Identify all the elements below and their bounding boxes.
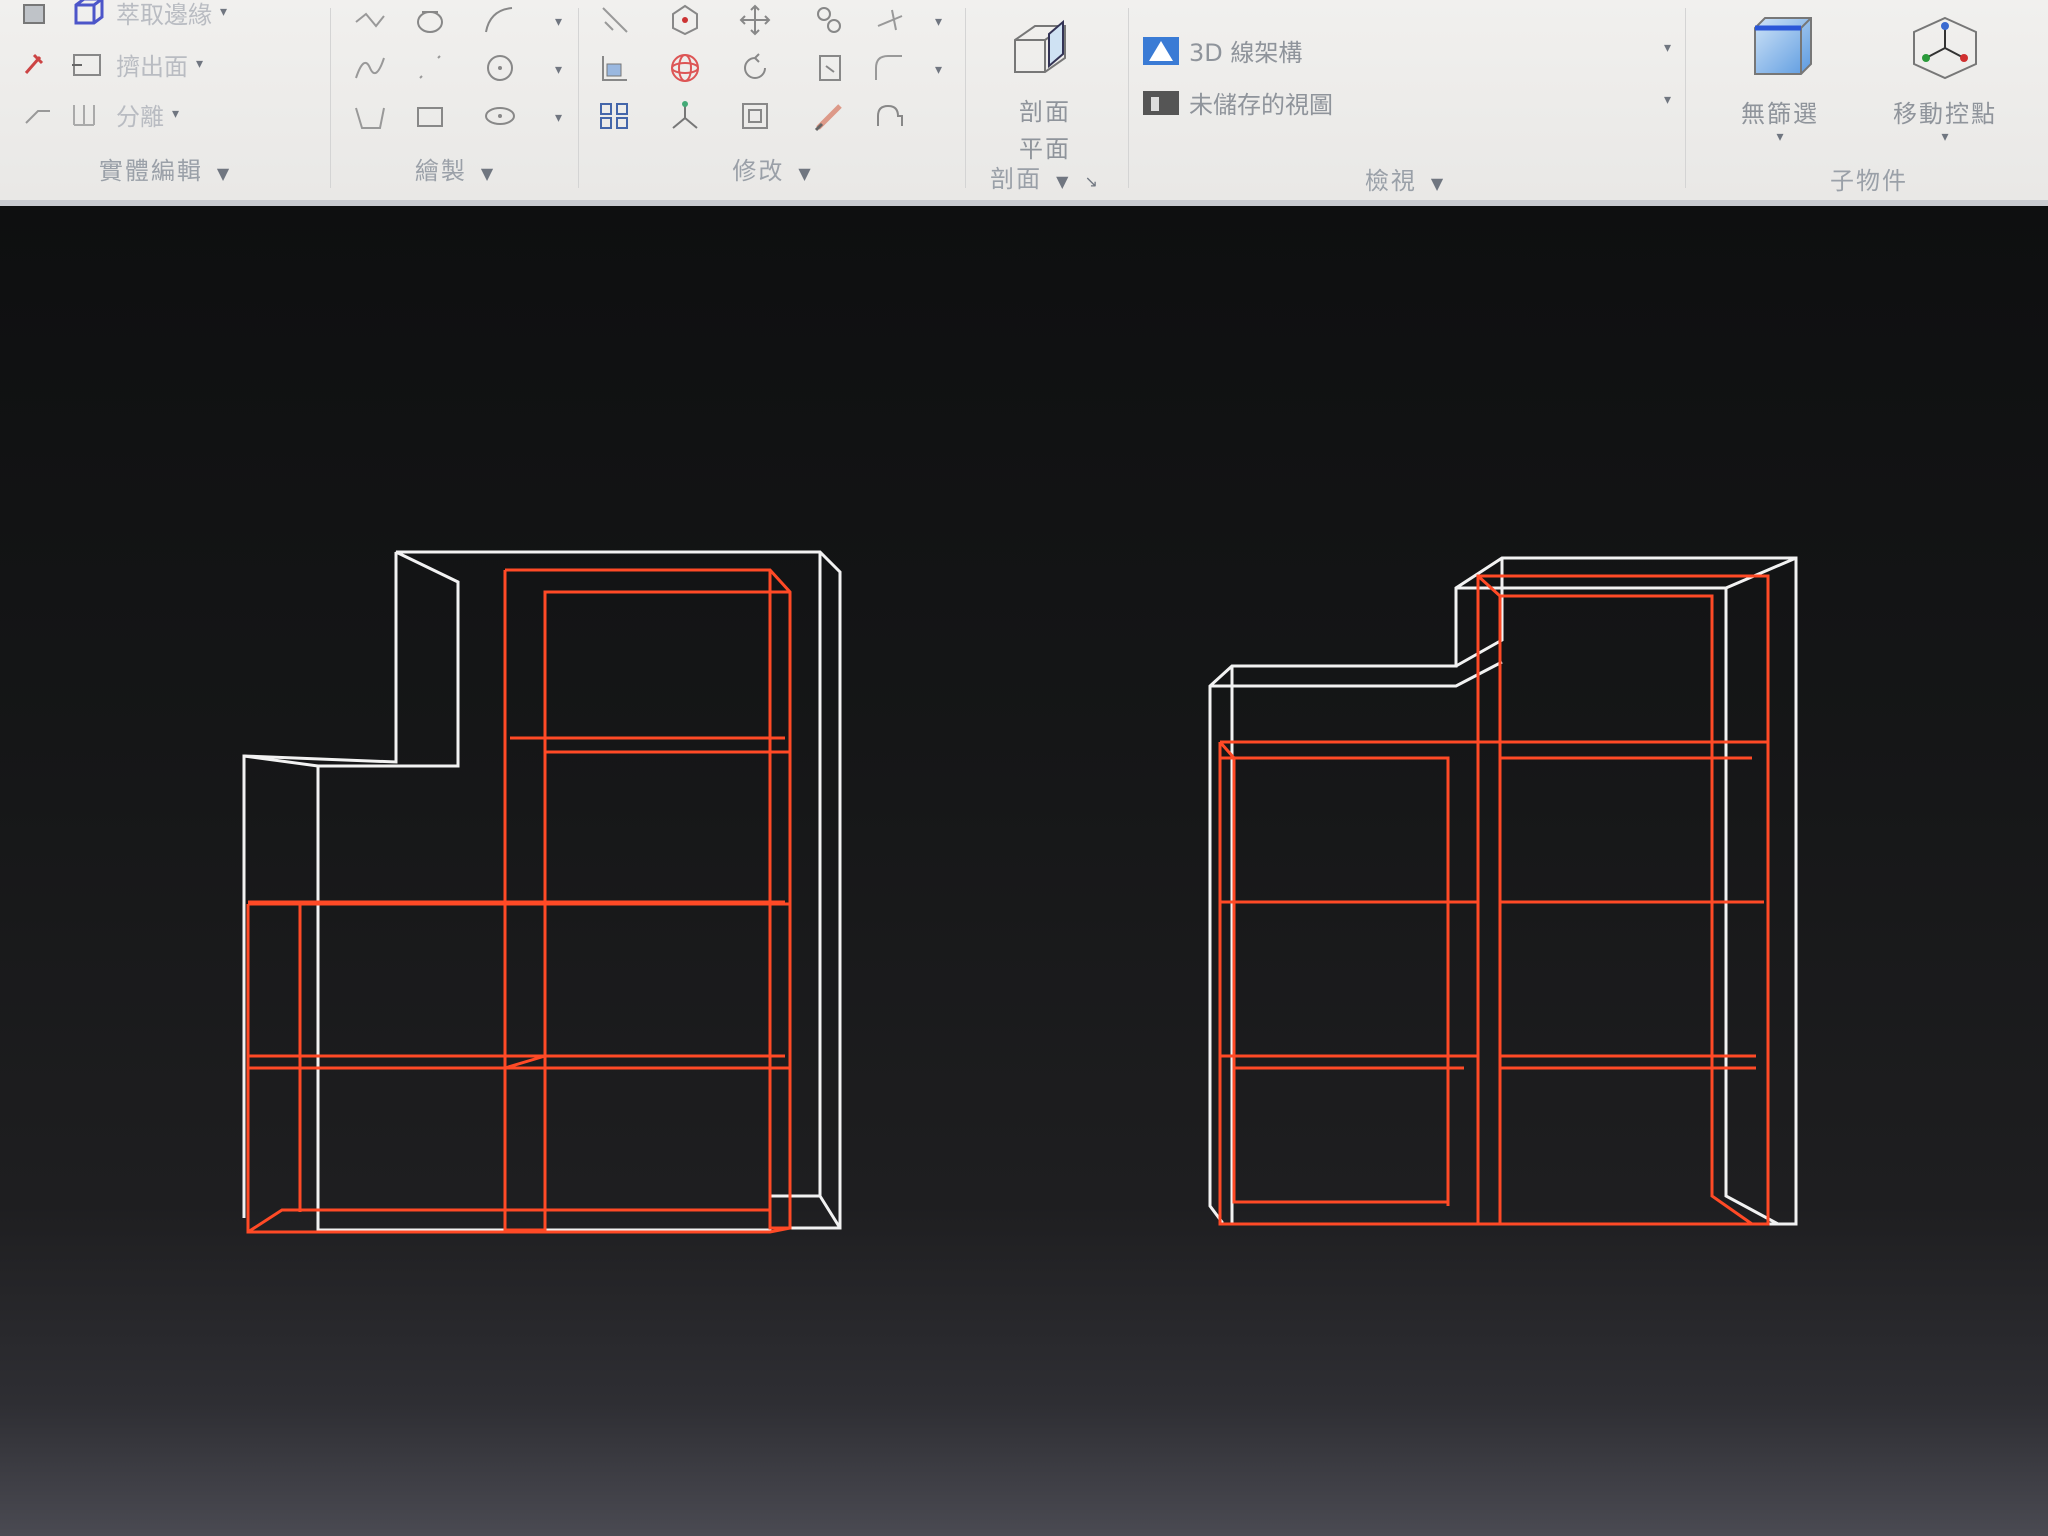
- extract-edges-tool[interactable]: 萃取邊緣 ▾: [20, 0, 227, 32]
- circle-tool[interactable]: [480, 48, 520, 88]
- trim-tool[interactable]: [870, 0, 910, 40]
- join-tool[interactable]: [870, 96, 910, 136]
- fillet-tool[interactable]: [870, 48, 910, 88]
- 3d-move-tool[interactable]: [665, 48, 705, 88]
- extract-edges-label: 萃取邊緣: [116, 0, 212, 29]
- fillet-icon: [875, 55, 902, 80]
- point-tool[interactable]: [410, 48, 450, 88]
- align-tool[interactable]: [595, 48, 635, 88]
- 3d-rotate-tool[interactable]: [665, 0, 705, 40]
- subtract-tool[interactable]: [595, 0, 635, 40]
- 3d-rotate-icon: [672, 4, 698, 36]
- spline-icon: [355, 57, 385, 79]
- panel-draw: ▾ ▾ ▾ 繪製 ▼: [340, 0, 570, 200]
- scale-tool[interactable]: [810, 48, 850, 88]
- array-icon: [600, 103, 628, 129]
- panel-label-modify[interactable]: 修改 ▼: [585, 151, 960, 186]
- move-tool[interactable]: [735, 0, 775, 40]
- copy-tool[interactable]: [810, 0, 850, 40]
- right-cabinet-red-shelves[interactable]: [1218, 574, 1770, 1226]
- subtract-icon: [602, 7, 628, 33]
- panel-label-draw[interactable]: 繪製 ▼: [340, 151, 570, 186]
- no-filter-button[interactable]: 無篩選 ▾: [1710, 12, 1850, 145]
- named-view-value: 未儲存的視圖: [1189, 90, 1333, 119]
- offset-icon: [742, 103, 768, 129]
- circle-icon: [487, 55, 513, 81]
- ellipse-icon: [485, 107, 515, 125]
- visual-style-value: 3D 線架構: [1189, 38, 1303, 67]
- align-icon: [602, 56, 627, 81]
- left-cabinet-white-shell[interactable]: [242, 550, 842, 1232]
- panel-label-section[interactable]: 剖面 ▼ ↘: [970, 159, 1120, 194]
- no-filter-icon: [1754, 17, 1812, 75]
- move-gizmo-label: 移動控點: [1893, 100, 1997, 128]
- model-viewport[interactable]: [0, 206, 2048, 1536]
- section-plane-button[interactable]: 剖面 平面: [990, 10, 1100, 164]
- array-tool[interactable]: [595, 96, 635, 136]
- named-view-dropdown[interactable]: 未儲存的視圖 ▾: [1141, 82, 1671, 122]
- 3d-align-tool[interactable]: [665, 96, 705, 136]
- ribbon: 萃取邊緣 ▾ 擠出面 ▾ 分離 ▾ 實體編輯 ▼ ▾ ▾ ▾ 繪製 ▼ ▾ ▾ …: [0, 0, 2048, 206]
- region-icon: [355, 107, 385, 129]
- separate-tool[interactable]: 分離 ▾: [20, 94, 179, 134]
- panel-solid-edit: 萃取邊緣 ▾ 擠出面 ▾ 分離 ▾ 實體編輯 ▼: [0, 0, 330, 200]
- erase-tool[interactable]: [810, 96, 850, 136]
- join-icon: [877, 104, 903, 126]
- panel-label-subobject: 子物件: [1830, 167, 1908, 195]
- section-plane-label-1: 剖面: [1019, 98, 1071, 126]
- ellipse-tool[interactable]: [480, 96, 520, 136]
- rotate-icon: [744, 53, 766, 79]
- copy-icon: [817, 7, 841, 33]
- polyline-icon: [355, 12, 385, 28]
- panel-subobject: 無篩選 ▾ 移動控點 ▾ 子物件: [1690, 0, 2048, 200]
- box-icon: [74, 0, 104, 25]
- panel-modify: ▾ ▾ 修改 ▼: [585, 0, 960, 200]
- erase-icon: [814, 104, 842, 132]
- panel-label-solid-edit[interactable]: 實體編輯 ▼: [0, 151, 330, 186]
- visual-style-icon: [1143, 37, 1179, 65]
- wireframe-canvas: [242, 550, 1798, 1234]
- arc-icon: [485, 7, 513, 33]
- spline-tool[interactable]: [350, 48, 390, 88]
- rectangle-icon: [417, 107, 443, 127]
- scale-icon: [819, 55, 841, 81]
- shell-icon: [73, 105, 95, 126]
- panel-view: 3D 線架構 ▾ 未儲存的視圖 ▾ 檢視 ▼: [1135, 0, 1675, 200]
- trim-icon: [877, 9, 903, 31]
- 3d-align-icon: [672, 101, 698, 129]
- point-icon: [419, 55, 441, 79]
- panel-section: 剖面 平面 剖面 ▼ ↘: [970, 0, 1120, 200]
- separate-label: 分離: [116, 102, 164, 131]
- move-gizmo-button[interactable]: 移動控點 ▾: [1855, 12, 2035, 145]
- left-cabinet-red-shelves[interactable]: [246, 568, 792, 1234]
- arc-tool[interactable]: [480, 0, 520, 40]
- 3d-move-icon: [671, 54, 699, 82]
- extract-edges-icon: [23, 4, 45, 24]
- loft-icon: [417, 11, 443, 33]
- move-icon: [739, 4, 771, 36]
- rectangle-tool[interactable]: [410, 96, 450, 136]
- region-tool[interactable]: [350, 96, 390, 136]
- right-cabinet-white-shell[interactable]: [1208, 556, 1798, 1226]
- extrude-face-icon: [24, 53, 44, 74]
- extrude-face-label: 擠出面: [116, 52, 188, 81]
- named-view-icon: [1143, 91, 1179, 115]
- offset-tool[interactable]: [735, 96, 775, 136]
- face-icon: [72, 54, 101, 76]
- move-gizmo-icon: [1913, 16, 1977, 80]
- loft-tool[interactable]: [410, 0, 450, 40]
- separate-icon: [25, 110, 50, 124]
- polyline-tool[interactable]: [350, 0, 390, 40]
- extrude-face-tool[interactable]: 擠出面 ▾: [20, 44, 203, 84]
- panel-label-view[interactable]: 檢視 ▼: [1135, 161, 1675, 196]
- no-filter-label: 無篩選: [1741, 100, 1819, 128]
- rotate-tool[interactable]: [735, 48, 775, 88]
- section-plane-icon: [1014, 19, 1066, 73]
- visual-style-dropdown[interactable]: 3D 線架構 ▾: [1141, 30, 1671, 70]
